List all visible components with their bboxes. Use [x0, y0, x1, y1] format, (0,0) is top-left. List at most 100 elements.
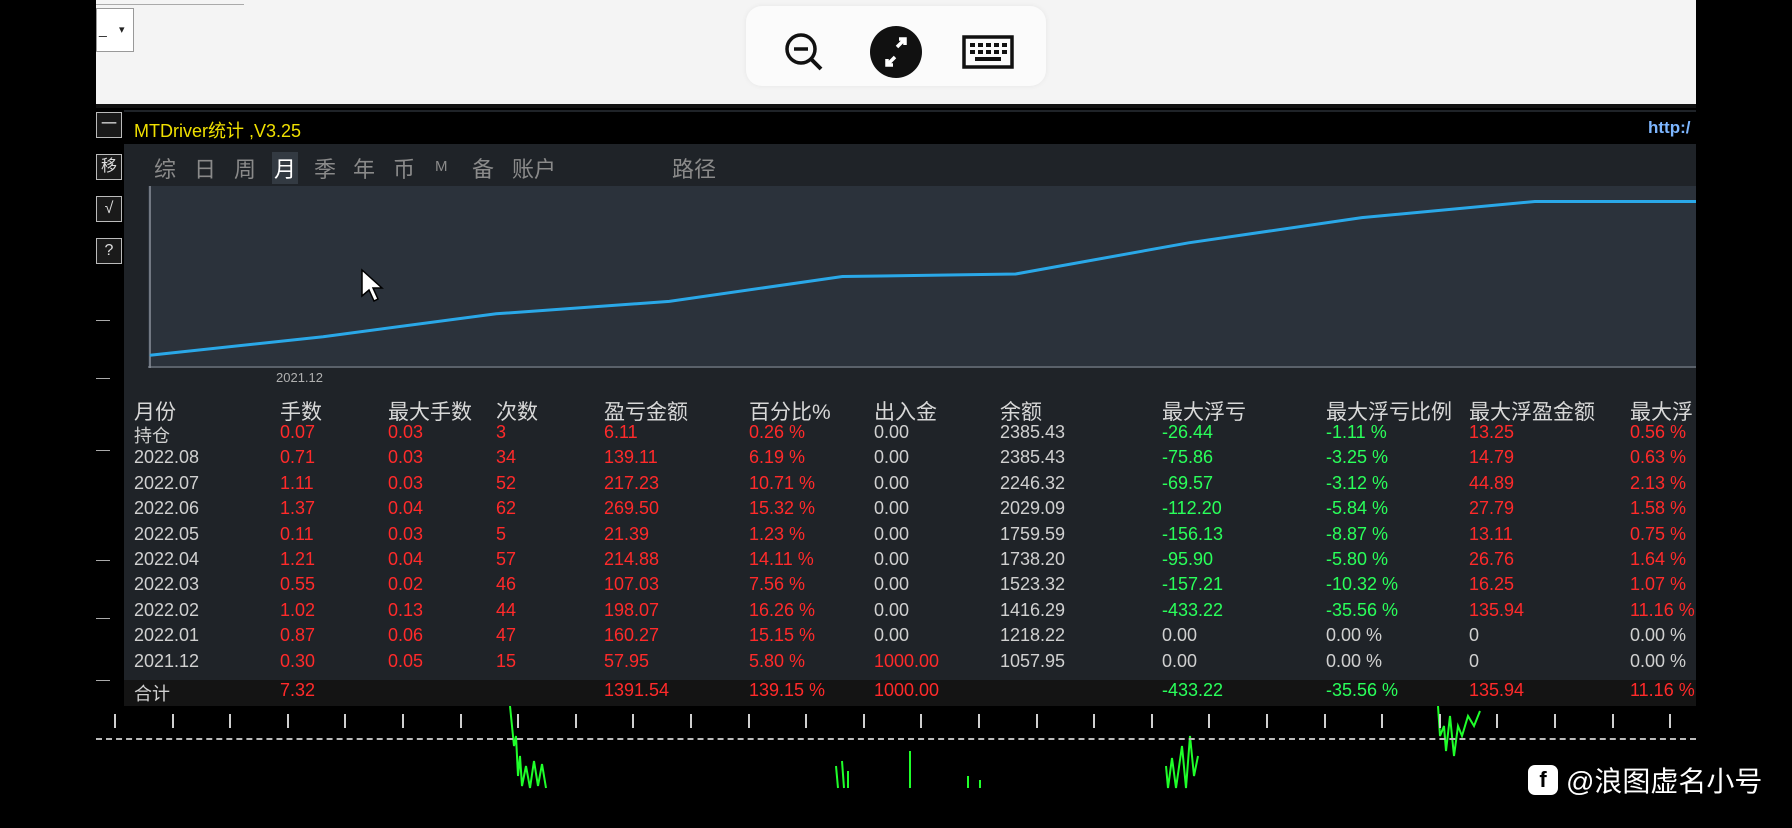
table-cell: 1.02	[280, 599, 316, 620]
move-button[interactable]: 移	[96, 154, 122, 180]
table-cell: 0.00	[874, 422, 910, 442]
grid-mark	[1669, 714, 1672, 728]
keyboard-icon[interactable]	[958, 22, 1018, 82]
table-cell: 269.50	[604, 498, 660, 519]
table-cell: 0.03	[388, 472, 424, 493]
table-cell: 2385.43	[1000, 422, 1066, 442]
balance-point-2021.12	[149, 354, 151, 356]
remote-desktop-toolbar	[746, 6, 1046, 86]
panel-title: MTDriver统计 ,V3.25	[134, 121, 302, 141]
table-cell: 1.07 %	[1630, 574, 1687, 595]
tab-year[interactable]: 年	[353, 152, 375, 184]
grid-mark	[171, 714, 174, 728]
timeframe-dropdown[interactable]: _ ▾	[96, 8, 134, 52]
table-cell: 1.11	[280, 472, 314, 493]
table-cell: 0.00 %	[1326, 650, 1383, 671]
table-cell: 44	[496, 599, 517, 620]
table-cell: 15	[496, 650, 517, 671]
table-cell: 0.26 %	[749, 422, 806, 442]
table-cell: 1.21	[280, 549, 316, 569]
table-cell: 1.23 %	[749, 523, 806, 544]
balance-point-2022.02	[495, 313, 497, 315]
tab-month[interactable]: 月	[272, 152, 299, 184]
tab-week[interactable]: 周	[234, 152, 256, 184]
grid-mark	[1093, 714, 1096, 728]
balance-point-2022.08	[1534, 200, 1536, 202]
grid-mark	[1323, 714, 1326, 728]
grid-mark	[1035, 714, 1038, 728]
help-button[interactable]: ?	[96, 238, 122, 264]
chevron-down-icon: ▾	[119, 24, 125, 36]
balance-point-2022.04	[841, 275, 843, 277]
table-cell: -26.44	[1162, 422, 1214, 442]
zoom-out-icon[interactable]	[774, 22, 834, 82]
grid-mark	[1208, 714, 1211, 728]
tab-path[interactable]: 路径	[672, 152, 716, 184]
dropdown-value: _	[99, 21, 107, 37]
balance-point-2022.03	[668, 300, 670, 302]
table-cell: 持仓	[134, 426, 170, 446]
table-cell: 0.00	[874, 625, 910, 646]
table-cell: 107.03	[604, 574, 660, 595]
grid-mark	[978, 714, 980, 728]
grid-mark	[805, 714, 808, 728]
grid-mark	[1266, 714, 1268, 728]
confirm-button[interactable]: √	[96, 196, 122, 222]
table-cell: 15.15 %	[749, 625, 816, 646]
minimize-button[interactable]: 一	[96, 112, 122, 138]
table-cell: 27.79	[1469, 498, 1515, 519]
table-cell: 13.25	[1469, 422, 1515, 442]
grid-mark	[344, 714, 347, 728]
table-cell: 0.00 %	[1630, 625, 1687, 646]
tab-quarter[interactable]: 季	[314, 152, 336, 184]
table-cell: 10.71 %	[749, 472, 816, 493]
table-cell: 2022.08	[134, 447, 200, 468]
table-cell: -35.56 %	[1326, 680, 1399, 700]
balance-point-2022.06	[1188, 242, 1190, 244]
table-cell: 16.26 %	[749, 599, 816, 620]
table-cell: 0.11	[280, 523, 314, 544]
tab-account[interactable]: 账户	[512, 152, 556, 184]
table-cell: 6.11	[604, 422, 638, 442]
tab-m[interactable]: M	[435, 158, 448, 175]
table-row: 2022.06 1.37 0.04 62 269.50 15.32 % 0.00 2029.0…	[124, 498, 1696, 523]
grid-mark	[632, 714, 635, 728]
table-cell: 1.64 %	[1630, 549, 1687, 569]
table-cell: -69.57	[1162, 472, 1214, 493]
table-cell: -95.90	[1162, 549, 1214, 569]
table-cell: 52	[496, 472, 517, 493]
table-cell: 1.37	[280, 498, 316, 519]
axis-tick	[96, 450, 110, 451]
table-cell: 21.39	[604, 523, 650, 544]
table-cell: 14.79	[1469, 447, 1515, 468]
tab-day[interactable]: 日	[194, 152, 216, 184]
tab-currency[interactable]: 币	[393, 152, 415, 184]
table-cell: 15.32 %	[749, 498, 816, 519]
table-cell: 26.76	[1469, 549, 1515, 569]
tab-summary[interactable]: 综	[154, 152, 176, 184]
remote-disconnect-icon[interactable]	[866, 22, 926, 82]
table-cell: 0.71	[280, 447, 316, 468]
table-cell: 1391.54	[604, 680, 670, 700]
axis-tick	[96, 320, 110, 321]
table-cell: 0.00	[1162, 625, 1198, 646]
tab-backup[interactable]: 备	[472, 152, 494, 184]
price-chart-bars	[509, 706, 1481, 789]
table-cell: 2022.05	[134, 523, 200, 544]
balance-point-2022.01	[322, 336, 324, 338]
table-cell: 1218.22	[1000, 625, 1066, 646]
grid-mark	[1381, 714, 1384, 728]
table-cell: 57	[496, 549, 517, 569]
table-cell: -10.32 %	[1326, 574, 1399, 595]
grid-mark	[920, 714, 923, 728]
table-cell: -433.22	[1162, 599, 1224, 620]
panel-url-link[interactable]: http:/	[1648, 118, 1690, 138]
grid-mark	[229, 714, 232, 728]
table-cell: 0.56 %	[1630, 422, 1687, 442]
table-header-row: 月份 手数 最大手数 次数 盈亏金额 百分比% 出入金 余额 最大浮亏 最大浮亏比例 最大浮盈金额最…	[124, 396, 1696, 424]
table-cell: 11.16 %	[1630, 680, 1695, 700]
table-cell: 0.03	[388, 422, 424, 442]
table-cell: 2022.06	[134, 498, 200, 519]
table-cell: 13.11	[1469, 523, 1513, 544]
axis-tick	[96, 680, 110, 681]
